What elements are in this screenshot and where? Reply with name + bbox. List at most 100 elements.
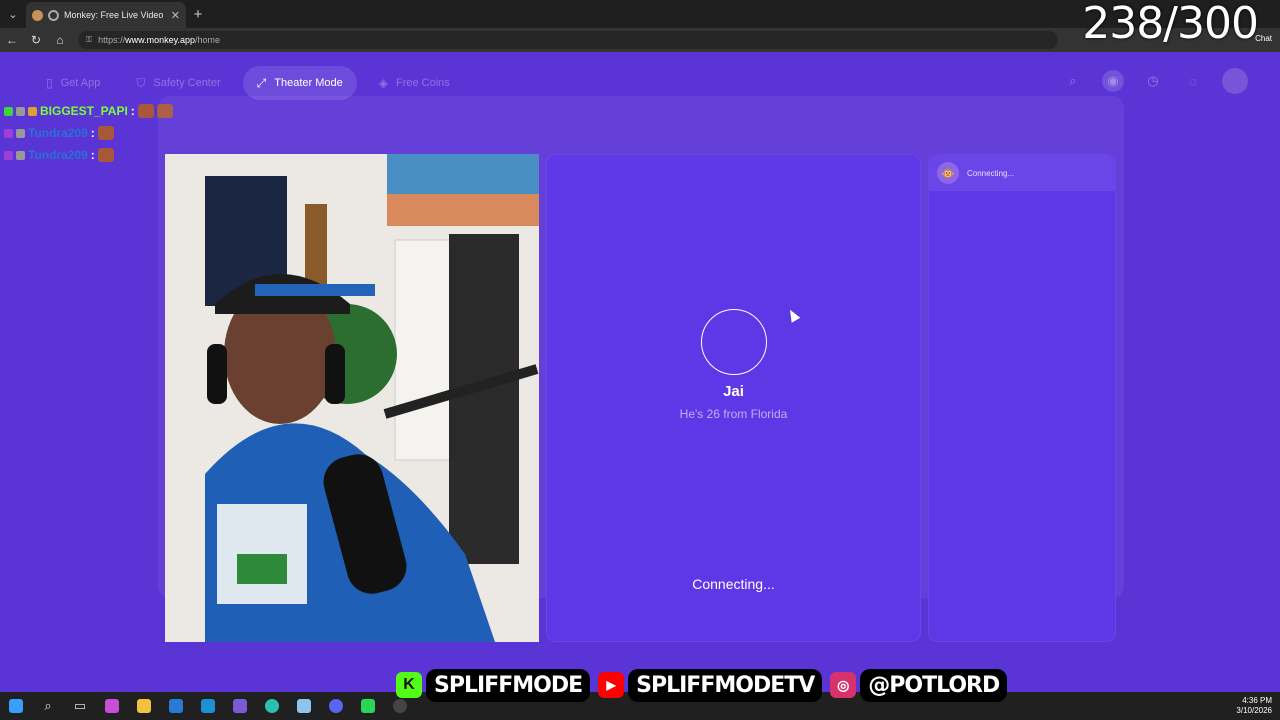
discord-icon[interactable] [320, 692, 352, 720]
nav-get-app[interactable]: ▯ Get App [32, 66, 114, 100]
emote-icon [137, 104, 154, 118]
task-view-icon[interactable]: ▭ [64, 692, 96, 720]
phone-icon: ▯ [46, 76, 53, 90]
kick-social: K SPLIFFMODE [396, 668, 591, 702]
chat-separator: : [90, 148, 95, 162]
kick-handle: SPLIFFMODE [426, 668, 591, 702]
badge-icon [4, 106, 13, 116]
system-clock[interactable]: 4:36 PM 3/10/2026 [1236, 696, 1272, 716]
clock-icon[interactable]: ◷ [1142, 70, 1164, 92]
chat-panel: 🐵 Connecting... [928, 154, 1116, 642]
chat-separator: : [130, 104, 135, 118]
chat-username: Tundra209 [28, 148, 88, 162]
site-info-icon: ⚿ [86, 35, 93, 44]
socials-banner: K SPLIFFMODE ▶ SPLIFFMODETV ◎ @POTLORD [396, 662, 1008, 708]
app-logo-icon [233, 699, 247, 713]
instagram-icon: ◎ [830, 672, 857, 698]
partner-description: He's 26 from Florida [679, 407, 788, 421]
start-icon[interactable] [0, 692, 32, 720]
notepad-logo-icon [297, 699, 311, 713]
discord-logo-icon [329, 699, 343, 713]
edge-logo-icon [265, 699, 279, 713]
coins-icon: ◈ [378, 76, 388, 90]
emote-icon [97, 126, 114, 140]
monkey-avatar-icon: 🐵 [937, 162, 959, 184]
copilot-icon[interactable] [96, 692, 128, 720]
instagram-handle: @POTLORD [860, 668, 1008, 702]
browser-tab[interactable]: Monkey: Free Live Video Chat ✕ [26, 2, 186, 28]
nav-safety-center-label: Safety Center [153, 77, 221, 89]
partner-connecting-status: Connecting... [692, 576, 775, 592]
url-path: /home [194, 35, 220, 45]
chat-panel-header: 🐵 Connecting... [929, 155, 1115, 191]
self-video-feed [165, 154, 539, 642]
youtube-icon: ▶ [598, 672, 625, 698]
new-tab-button[interactable]: + [186, 6, 210, 23]
record-icon [48, 9, 59, 21]
badge-icon [16, 128, 25, 138]
badge-icon [28, 106, 37, 116]
reload-icon[interactable]: ↻ [24, 33, 48, 47]
chat-line: Tundra209 : [4, 144, 173, 166]
search-icon[interactable]: ⌕ [1062, 70, 1084, 92]
windows-logo-icon [9, 699, 23, 713]
streaming-app-icon[interactable] [352, 692, 384, 720]
kick-icon: K [396, 672, 422, 698]
shield-icon: ⛉ [136, 75, 146, 90]
chat-panel-status: Connecting... [967, 168, 1015, 178]
chat-line: Tundra209 : [4, 122, 173, 144]
partner-name: Jai [723, 383, 744, 400]
expand-icon: ⤢ [256, 75, 267, 90]
header-actions: ⌕ ◉ ◷ ◌ [1062, 68, 1248, 94]
badge-icon [16, 106, 25, 116]
copilot-logo-icon [105, 699, 119, 713]
stream-chat-overlay: BIGGEST_PAPI : Tundra209 : Tundra209 : [4, 100, 173, 166]
url-prefix: https:// [98, 35, 126, 45]
outlook-icon[interactable] [160, 692, 192, 720]
chat-separator: : [90, 126, 95, 140]
top-nav: ▯ Get App ⛉ Safety Center ⤢ Theater Mode… [32, 66, 464, 100]
youtube-social: ▶ SPLIFFMODETV [598, 668, 823, 702]
chat-username: BIGGEST_PAPI [40, 104, 128, 118]
mouse-cursor-icon [785, 307, 801, 323]
notepad-icon[interactable] [288, 692, 320, 720]
mail-icon [169, 699, 183, 713]
profile-avatar[interactable] [1222, 68, 1248, 94]
nav-get-app-label: Get App [60, 77, 101, 89]
badge-icon [16, 150, 25, 160]
coin-balance-icon[interactable]: ◉ [1102, 70, 1124, 92]
tab-list-chevron-icon[interactable]: ⌄ [0, 0, 26, 28]
clock-date: 3/10/2026 [1236, 706, 1272, 715]
badge-icon [4, 128, 13, 138]
url-text: https://www.monkey.app/home [98, 35, 220, 45]
nav-theater-mode[interactable]: ⤢ Theater Mode [242, 66, 357, 100]
nav-free-coins[interactable]: ◈ Free Coins [365, 66, 464, 100]
follower-goal-counter: 238/300 [1082, 0, 1259, 49]
folder-icon [137, 699, 151, 713]
loading-ring-icon [701, 309, 767, 375]
chat-icon[interactable]: ◌ [1182, 70, 1204, 92]
youtube-handle: SPLIFFMODETV [628, 668, 823, 702]
instagram-social: ◎ @POTLORD [830, 668, 1008, 702]
bag-icon [201, 699, 215, 713]
webcam-scene [165, 154, 539, 642]
url-field[interactable]: ⚿ https://www.monkey.app/home [78, 31, 1058, 49]
store-icon[interactable] [192, 692, 224, 720]
nav-theater-mode-label: Theater Mode [274, 77, 343, 89]
search-icon[interactable]: ⌕ [32, 692, 64, 720]
edge-icon[interactable] [256, 692, 288, 720]
tab-close-icon[interactable]: ✕ [171, 9, 180, 22]
file-explorer-icon[interactable] [128, 692, 160, 720]
chat-username: Tundra209 [28, 126, 88, 140]
monkey-favicon-icon [32, 9, 43, 21]
emote-icon [97, 148, 114, 162]
home-icon[interactable]: ⌂ [48, 33, 72, 47]
tab-title: Monkey: Free Live Video Chat [64, 10, 166, 20]
back-arrow-icon[interactable]: ← [0, 33, 24, 47]
clock-time: 4:36 PM [1242, 696, 1272, 705]
app-icon[interactable] [224, 692, 256, 720]
nav-free-coins-label: Free Coins [395, 77, 450, 89]
streaming-logo-icon [361, 699, 375, 713]
partner-video-panel: Jai He's 26 from Florida Connecting... [546, 154, 921, 642]
nav-safety-center[interactable]: ⛉ Safety Center [122, 66, 234, 100]
